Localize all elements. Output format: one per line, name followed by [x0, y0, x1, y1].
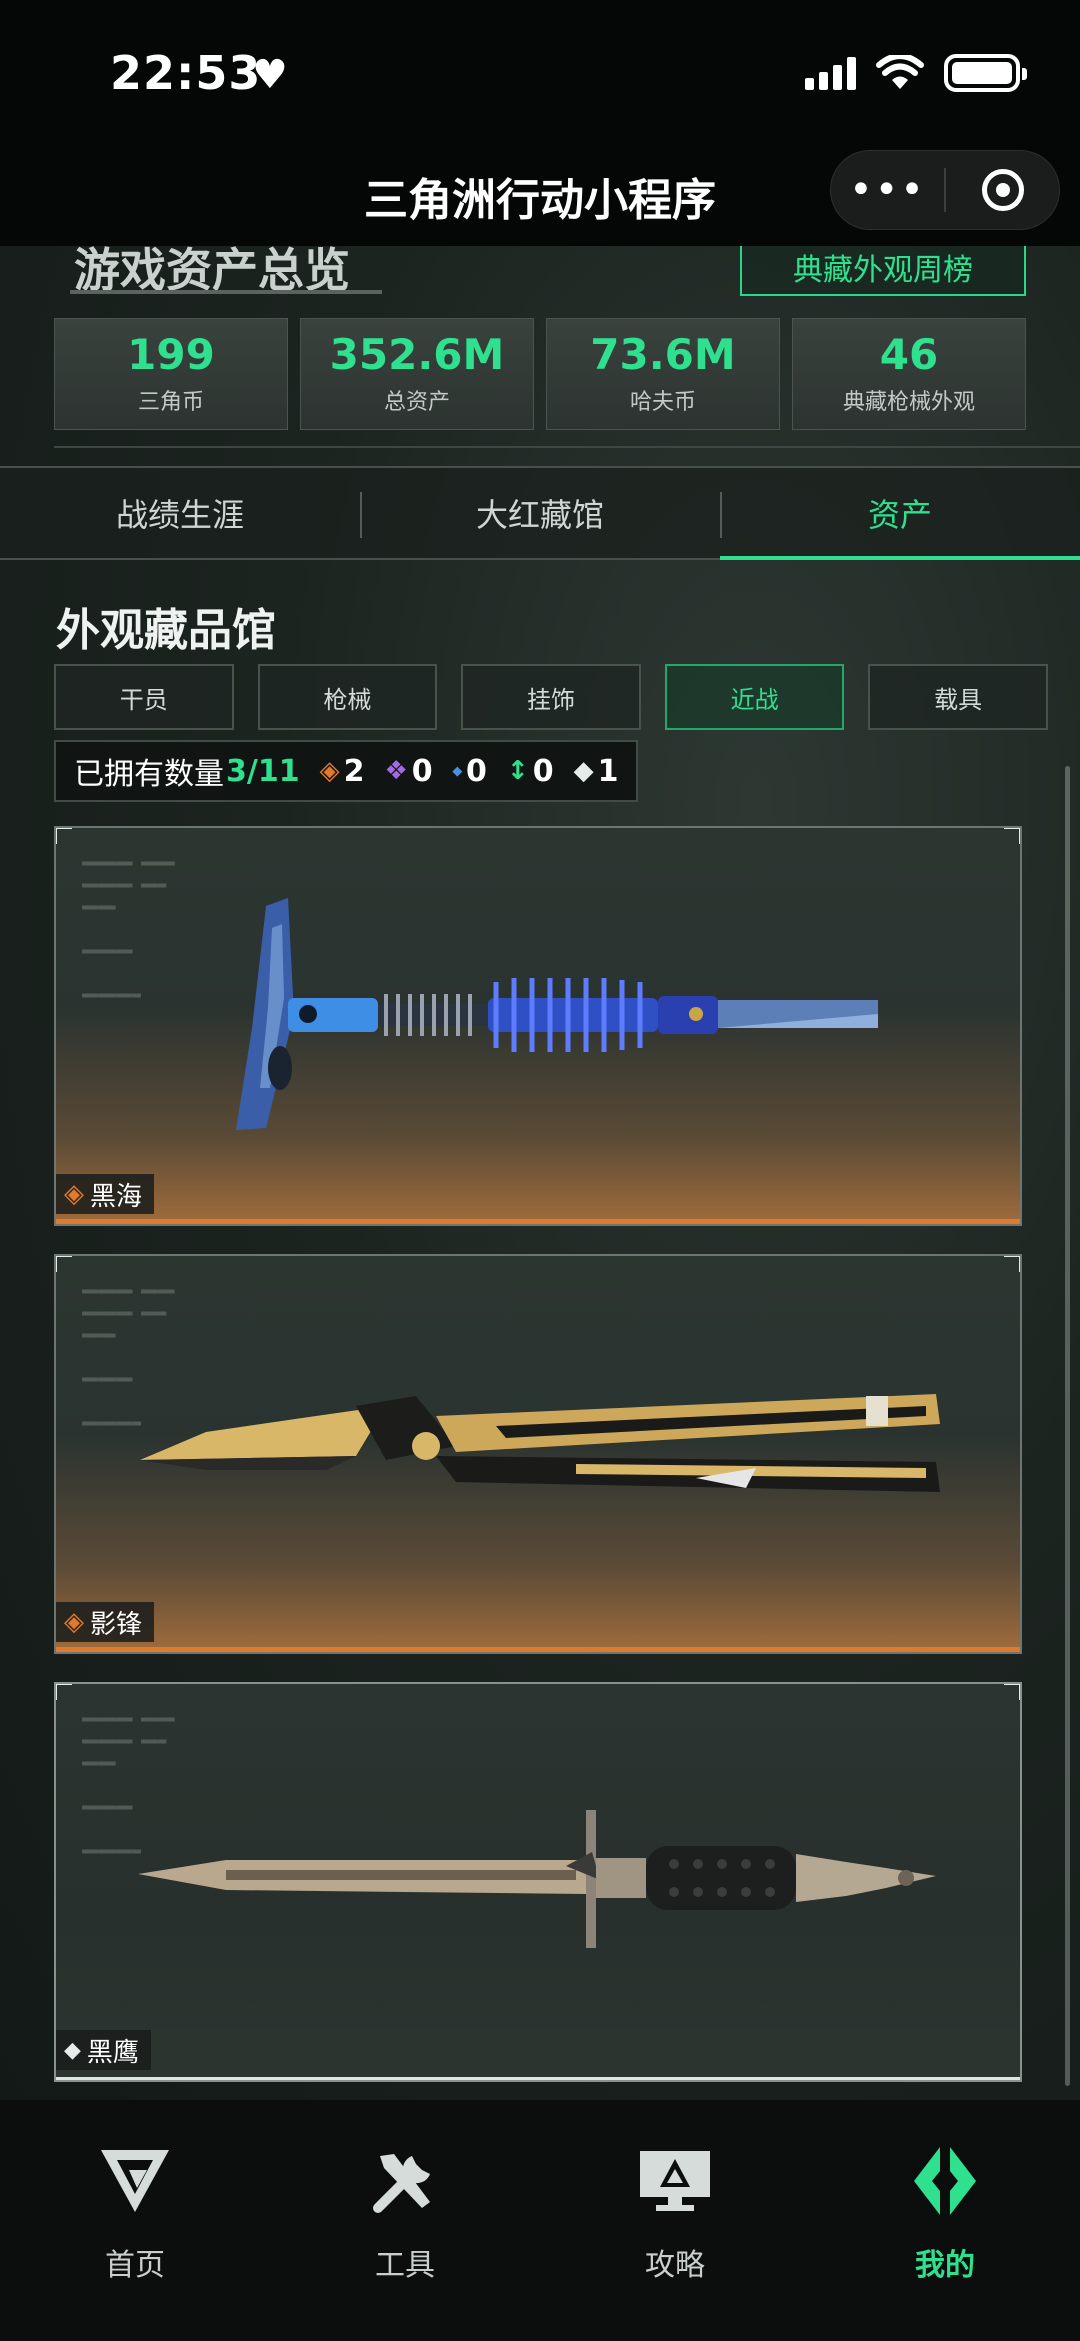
heart-icon: ♥ [252, 52, 288, 98]
close-mini-program-button[interactable] [946, 169, 1059, 211]
profile-logo-icon [908, 2144, 982, 2218]
bottom-tab-home[interactable]: 首页 [0, 2100, 270, 2341]
rarity-count-value: 0 [466, 753, 487, 789]
cellular-signal-icon [805, 56, 856, 90]
bayonet-weapon-image [138, 1810, 936, 1948]
rarity-count-value: 1 [597, 753, 619, 789]
divider [54, 446, 1080, 448]
item-tag: ◈ 黑海 [56, 1174, 155, 1214]
stat-card: 199 三角币 [54, 318, 288, 430]
stat-value: 352.6M [329, 329, 505, 379]
bottom-tab-tools[interactable]: 工具 [270, 2100, 540, 2341]
bottom-tab-label: 攻略 [645, 2248, 705, 2283]
battery-icon [944, 54, 1027, 92]
item-name: 影锋 [90, 1609, 143, 1640]
bottom-tab-profile[interactable]: 我的 [810, 2100, 1080, 2341]
rarity-count-green: ↕ 0 [507, 754, 554, 789]
owned-summary: 已拥有数量 3/11 ◈ 2 ❖ 0 ⬩ 0 ↕ 0 ◆ 1 [54, 740, 639, 802]
owned-label: 已拥有数量 [74, 757, 224, 792]
home-logo-icon [98, 2144, 172, 2218]
status-bar: 22:53 ♥ [0, 0, 1080, 140]
collection-card[interactable]: ▬▬▬▬▬▬ ▬▬▬▬ ▬▬▬▬▬▬ ▬▬▬ ▬▬▬▬ ▬▬▬▬▬▬ ▬▬▬▬▬▬▬ ◈… [54, 1254, 1022, 1654]
butterfly-knife-weapon-image [140, 1394, 940, 1492]
orange-diamond-icon: ◈ [64, 1607, 84, 1637]
white-diamond-icon: ◆ [573, 756, 594, 786]
section-tabs: 战绩生涯 大红藏馆 资产 [0, 466, 1080, 560]
weekly-ranking-button[interactable]: 典藏外观周榜 [740, 246, 1026, 296]
bottom-tab-bar: 首页 工具 攻略 我的 [0, 2100, 1080, 2341]
green-arrows-icon: ↕ [506, 756, 529, 786]
mini-program-nav-bar: 三角洲行动小程序 ••• [0, 140, 1080, 246]
stat-value: 199 [127, 329, 215, 379]
rarity-count-value: 0 [411, 753, 433, 789]
rarity-count-value: 2 [343, 753, 365, 789]
filter-charms[interactable]: 挂饰 [461, 664, 641, 730]
guide-monitor-icon [638, 2144, 712, 2218]
stat-card: 352.6M 总资产 [300, 318, 534, 430]
tab-red-collection[interactable]: 大红藏馆 [360, 468, 720, 558]
rarity-count-orange: ◈ 2 [320, 754, 365, 789]
item-tag: ◈ 影锋 [56, 1602, 155, 1642]
white-diamond-icon: ◆ [64, 2037, 81, 2063]
axe-weapon-image [236, 898, 878, 1130]
bottom-tab-label: 首页 [105, 2248, 165, 2283]
tab-assets[interactable]: 资产 [720, 468, 1080, 560]
rarity-count-value: 0 [532, 753, 554, 789]
tab-career[interactable]: 战绩生涯 [0, 468, 360, 558]
overview-title-underline [70, 290, 382, 294]
category-filters: 干员 枪械 挂饰 近战 载具 [54, 664, 1048, 730]
close-target-icon [981, 169, 1024, 211]
orange-diamond-icon: ◈ [64, 1179, 84, 1209]
tools-icon [368, 2144, 442, 2218]
filter-operator[interactable]: 干员 [54, 664, 234, 730]
asset-stats: 199 三角币 352.6M 总资产 73.6M 哈夫币 46 典藏枪械外观 [54, 318, 1026, 430]
filter-melee[interactable]: 近战 [664, 664, 845, 730]
stat-label: 总资产 [383, 390, 450, 416]
bottom-tab-guide[interactable]: 攻略 [540, 2100, 810, 2341]
item-tag: ◆ 黑鹰 [56, 2030, 151, 2070]
scrollbar[interactable] [1065, 766, 1070, 2086]
purple-diamond-icon: ❖ [384, 756, 408, 786]
blue-diamond-icon: ⬩ [452, 756, 463, 786]
item-name: 黑鹰 [86, 2037, 139, 2068]
filter-vehicle[interactable]: 载具 [868, 664, 1048, 730]
collection-card[interactable]: ▬▬▬▬▬▬ ▬▬▬▬ ▬▬▬▬▬▬ ▬▬▬ ▬▬▬▬ ▬▬▬▬▬▬ ▬▬▬▬▬▬▬ ◈… [54, 826, 1022, 1226]
item-name: 黑海 [90, 1181, 143, 1212]
stat-card: 46 典藏枪械外观 [792, 318, 1026, 430]
owned-count: 3/11 [226, 753, 300, 789]
bottom-tab-label: 工具 [375, 2248, 435, 2283]
bottom-tab-label: 我的 [915, 2248, 975, 2283]
stat-value: 73.6M [590, 329, 736, 379]
gallery-title: 外观藏品馆 [56, 605, 276, 656]
stat-value: 46 [879, 329, 939, 379]
wifi-icon [876, 55, 924, 89]
collection-card[interactable]: ▬▬▬▬▬▬ ▬▬▬▬ ▬▬▬▬▬▬ ▬▬▬ ▬▬▬▬ ▬▬▬▬▬▬ ▬▬▬▬▬▬▬ ◆… [54, 1682, 1022, 2082]
rarity-count-blue: ⬩ 0 [453, 754, 487, 789]
stat-label: 三角币 [137, 390, 204, 416]
stat-label: 典藏枪械外观 [842, 390, 975, 416]
mini-program-capsule: ••• [830, 150, 1060, 230]
status-time: 22:53 [110, 46, 262, 100]
filter-firearms[interactable]: 枪械 [257, 664, 438, 730]
stat-label: 哈夫币 [629, 390, 696, 416]
orange-diamond-icon: ◈ [319, 756, 340, 786]
more-menu-button[interactable]: ••• [831, 170, 944, 210]
rarity-count-white: ◆ 1 [574, 754, 619, 789]
status-icons [805, 54, 1027, 92]
main-content[interactable]: 游戏资产总览 典藏外观周榜 199 三角币 352.6M 总资产 73.6M 哈… [0, 246, 1080, 2100]
rarity-count-purple: ❖ 0 [384, 754, 432, 789]
stat-card: 73.6M 哈夫币 [546, 318, 780, 430]
